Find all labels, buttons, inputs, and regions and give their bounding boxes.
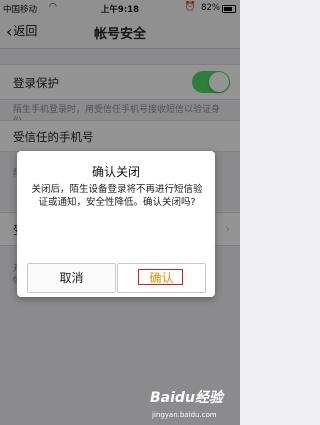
dialog-message: 关闭后，陌生设备登录将不再进行短信验证或通知，安全性降低。确认关闭吗?	[31, 184, 203, 208]
confirm-dialog: 确认关闭 关闭后，陌生设备登录将不再进行短信验证或通知，安全性降低。确认关闭吗?…	[17, 151, 215, 297]
cancel-button[interactable]: 取消	[27, 263, 116, 293]
baidu-jingyan-logo: Baidu经验	[150, 390, 223, 406]
highlight-annotation	[138, 269, 183, 285]
dialog-title: 确认关闭	[91, 165, 140, 179]
watermark: Baidu经验 jingyan.baidu.com	[150, 383, 240, 425]
confirm-button[interactable]: 确认	[117, 263, 206, 293]
watermark-url: jingyan.baidu.com	[152, 411, 217, 419]
